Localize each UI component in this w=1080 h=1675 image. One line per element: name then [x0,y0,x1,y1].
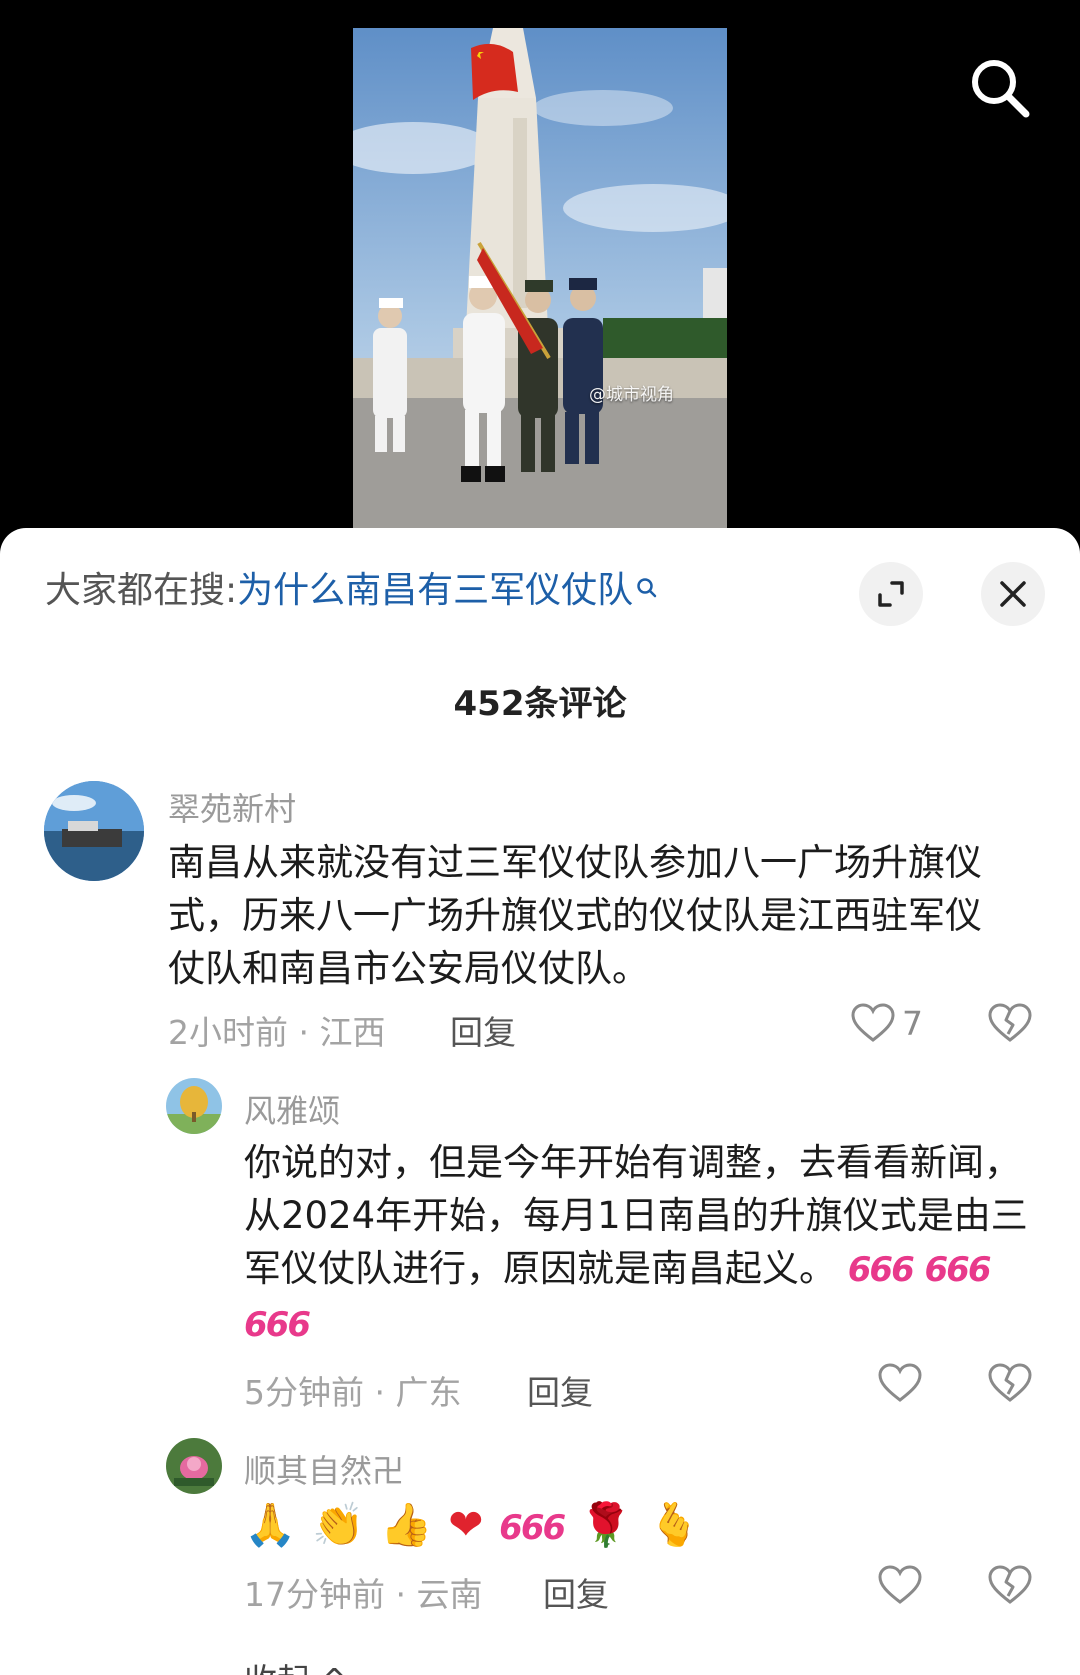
comment-meta: 2小时前 · 江西 [168,1013,386,1052]
sticker-666: 666 [847,1250,915,1290]
reply-meta: 17分钟前 · 云南 [244,1575,483,1614]
dislike-button[interactable] [987,1362,1033,1408]
collapse-replies-button[interactable]: 收起 ^ [244,1654,348,1675]
reply-button[interactable]: 回复 [543,1568,609,1616]
finger-heart-emoji: 🫰 [647,1500,701,1549]
reply-button[interactable]: 回复 [527,1366,593,1414]
thumbs-up-emoji: 👍 [380,1500,433,1549]
like-count: 7 [902,1003,923,1043]
sticker-666: 666 [924,1250,992,1290]
search-icon[interactable] [635,573,659,609]
hot-search-query-link[interactable]: 为什么南昌有三军仪仗队 [237,570,633,611]
sticker-666: 666 [244,1305,311,1345]
clapping-hands-emoji: 👏 [312,1500,365,1549]
hot-search-bar[interactable]: 大家都在搜:为什么南昌有三军仪仗队 [45,573,659,609]
reply-meta: 5分钟前 · 广东 [244,1373,462,1412]
video-player[interactable]: @城市视角 [0,0,1080,540]
video-thumbnail-image [353,28,727,528]
close-button[interactable] [981,562,1045,626]
reply-emojis: 🙏 👏 👍 ❤ 666 🌹 🫰 [244,1498,1034,1555]
broken-heart-icon [988,1003,1032,1042]
comments-panel: 大家都在搜:为什么南昌有三军仪仗队 452条评论 翠苑新村 南昌从来就没有过三军… [0,528,1080,1675]
avatar[interactable] [166,1438,222,1494]
like-button[interactable]: 7 [850,1002,923,1044]
reply-username[interactable]: 顺其自然卍 [244,1446,404,1492]
dislike-button[interactable] [987,1564,1033,1610]
comment-text: 南昌从来就没有过三军仪仗队参加八一广场升旗仪式，历来八一广场升旗仪式的仪仗队是江… [168,841,982,990]
broken-heart-icon [988,1363,1032,1402]
expand-button[interactable] [859,562,923,626]
sticker-666: 666 [499,1508,566,1548]
search-icon[interactable] [968,56,1032,120]
heart-icon [878,1363,922,1402]
red-heart-emoji: ❤ [448,1500,484,1549]
avatar[interactable] [44,781,144,881]
hot-search-prefix: 大家都在搜: [45,570,238,611]
rose-emoji: 🌹 [579,1500,633,1549]
close-icon [1000,581,1026,607]
heart-icon [851,1003,895,1042]
video-watermark: @城市视角 [589,385,674,405]
expand-icon [878,581,904,607]
reply-text: 你说的对，但是今年开始有调整，去看看新闻，从2024年开始，每月1日南昌的升旗仪… [244,1136,1034,1352]
like-button[interactable] [877,1564,923,1606]
comment-username[interactable]: 翠苑新村 [168,784,296,830]
avatar[interactable] [166,1078,222,1134]
broken-heart-icon [988,1565,1032,1604]
comment-count: 452条评论 [453,684,627,724]
video-frame[interactable]: @城市视角 [353,28,727,528]
folded-hands-emoji: 🙏 [244,1500,297,1549]
reply-button[interactable]: 回复 [450,1006,516,1054]
heart-icon [878,1565,922,1604]
dislike-button[interactable] [987,1002,1033,1048]
reply-username[interactable]: 风雅颂 [244,1086,340,1132]
like-button[interactable] [877,1362,923,1404]
